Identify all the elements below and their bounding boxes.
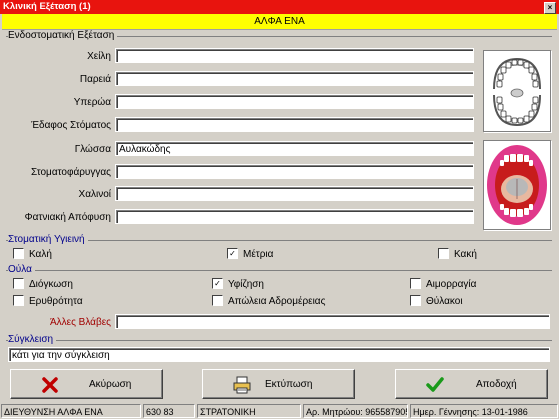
close-button[interactable]: ×	[544, 2, 556, 14]
checkbox-box	[212, 295, 223, 306]
hygiene-moderate-checkbox[interactable]: ✓ Μέτρια	[227, 248, 273, 260]
field-label-tongue: Γλώσσα	[74, 144, 111, 155]
cancel-button[interactable]: Ακύρωση	[10, 369, 163, 399]
gums-stippling-loss-checkbox[interactable]: Απώλεια Αδρομέρειας	[212, 295, 325, 307]
gums-redness-checkbox[interactable]: Ερυθρότητα	[13, 295, 83, 307]
printer-icon	[233, 376, 251, 394]
checkbox-box	[438, 248, 449, 259]
other-lesions-input[interactable]	[115, 314, 550, 329]
checkbox-box	[410, 295, 421, 306]
status-address: ΔΙΕΥΘΥΝΣΗ ΑΛΦΑ ΕΝΑ	[1, 404, 141, 418]
occlusion-heading: Σύγκλειση	[8, 334, 57, 345]
field-label-frenula: Χαλινοί	[78, 189, 111, 200]
status-city: ΣΤΡΑΤΟΝΙΚΗ	[197, 404, 301, 418]
title-bar: Κλινική Εξέταση (1) ×	[0, 0, 559, 14]
field-label-mouth-floor: Έδαφος Στόματος	[31, 120, 111, 131]
print-label: Εκτύπωση	[265, 379, 313, 390]
hygiene-bad-checkbox[interactable]: Κακή	[438, 248, 477, 260]
field-label-cheek: Παρειά	[79, 74, 111, 85]
hygiene-heading: Στοματική Υγιεινή	[8, 234, 88, 245]
tongue-input[interactable]: Αυλακώδης	[115, 141, 474, 156]
gums-heading: Ούλα	[8, 264, 35, 275]
status-registry-number: Αρ. Μητρώου: 965587905	[303, 404, 408, 418]
gums-pockets-checkbox[interactable]: Θύλακοι	[410, 295, 463, 307]
hygiene-section	[6, 240, 552, 241]
gums-swelling-checkbox[interactable]: Διόγκωση	[13, 278, 73, 290]
gums-bleeding-checkbox[interactable]: Αιμορραγία	[410, 278, 476, 290]
oropharynx-input[interactable]	[115, 164, 474, 179]
status-birth-date: Ημερ. Γέννησης: 13-01-1986	[410, 404, 558, 418]
frenula-input[interactable]	[115, 186, 474, 201]
alveolar-process-input[interactable]	[115, 209, 474, 224]
hygiene-good-checkbox[interactable]: Καλή	[13, 248, 52, 260]
field-label-oropharynx: Στοματοφάρυγγας	[30, 167, 111, 178]
dental-arch-image[interactable]	[483, 50, 551, 132]
open-mouth-image[interactable]	[483, 140, 551, 230]
checkbox-box	[410, 278, 421, 289]
checkmark-icon	[426, 377, 444, 392]
mouth-floor-input[interactable]	[115, 117, 474, 132]
occlusion-input[interactable]: κάτι για την σύγκλειση	[8, 347, 550, 362]
cheek-input[interactable]	[115, 71, 474, 86]
window-title: Κλινική Εξέταση (1)	[3, 1, 91, 12]
gums-recession-checkbox[interactable]: ✓ Υφίζηση	[212, 278, 264, 290]
oral-exam-heading: Ενδοστοματική Εξέταση	[8, 30, 118, 41]
checkbox-box	[13, 278, 24, 289]
status-postal-code: 630 83	[143, 404, 195, 418]
field-label-palate: Υπερώα	[73, 97, 111, 108]
accept-label: Αποδοχή	[476, 379, 517, 390]
cross-icon	[42, 377, 58, 393]
gums-section	[6, 270, 552, 271]
other-lesions-label: Άλλες Βλάβες	[49, 317, 111, 328]
accept-button[interactable]: Αποδοχή	[395, 369, 548, 399]
palate-input[interactable]	[115, 94, 474, 109]
check-icon: ✓	[212, 278, 223, 289]
lips-input[interactable]	[115, 48, 474, 63]
check-icon: ✓	[227, 248, 238, 259]
checkbox-box	[13, 248, 24, 259]
field-label-alveolar-process: Φατνιακή Απόφυση	[24, 212, 111, 223]
field-label-lips: Χείλη	[87, 51, 111, 62]
patient-name-banner: ΑΛΦΑ ΕΝΑ	[2, 14, 557, 30]
print-button[interactable]: Εκτύπωση	[202, 369, 355, 399]
checkbox-box	[13, 295, 24, 306]
occlusion-section	[6, 340, 552, 341]
cancel-label: Ακύρωση	[89, 379, 132, 390]
